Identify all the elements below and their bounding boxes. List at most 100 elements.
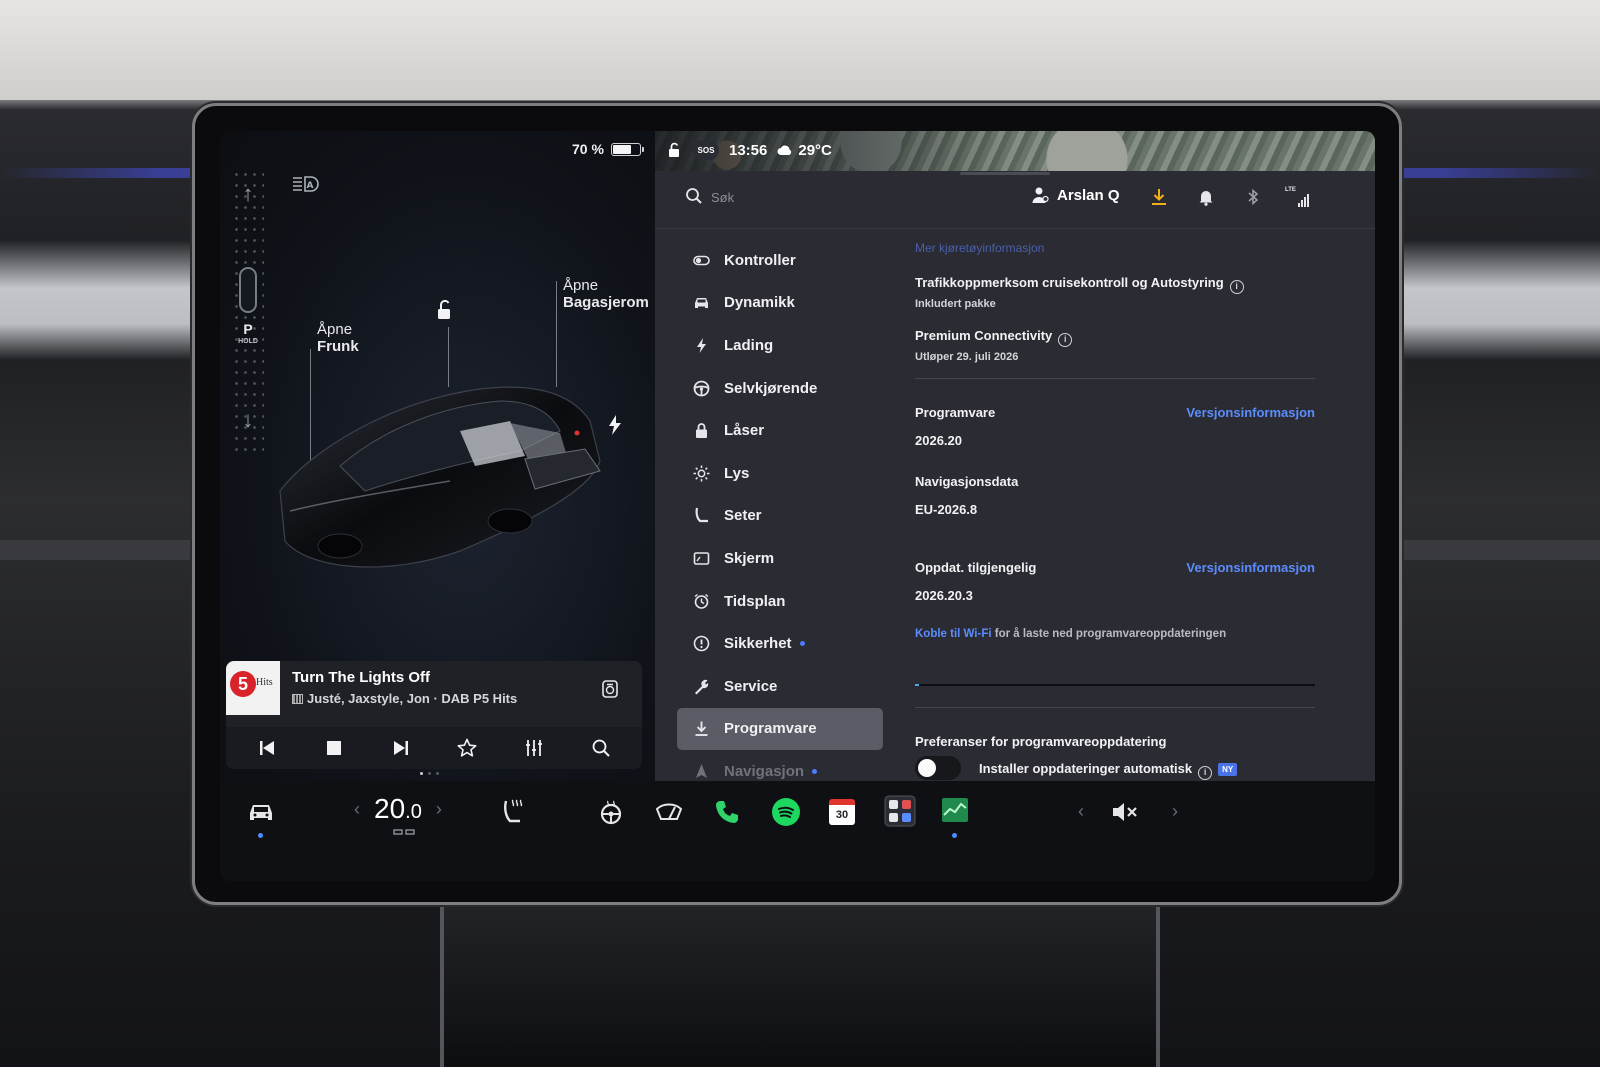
sidebar-item-label: Navigasjon — [724, 762, 805, 780]
steering-wheel-icon — [693, 380, 710, 397]
seat-heater-button[interactable] — [498, 796, 528, 826]
vehicle-pane[interactable]: ↑ P HOLD ↓ A 70 % Åpne Frunk Åpne Bagasj… — [220, 131, 665, 791]
sidebar-item-kontroller[interactable]: Kontroller — [677, 239, 883, 282]
update-release-notes-link[interactable]: Versjonsinformasjon — [1186, 560, 1315, 575]
sos-button[interactable]: SOS — [693, 140, 719, 160]
section-divider — [915, 378, 1315, 379]
dashboard-background-top — [0, 0, 1600, 100]
release-notes-link[interactable]: Versjonsinformasjon — [1186, 405, 1315, 420]
sidebar-item-skjerm[interactable]: Skjerm — [677, 537, 883, 580]
bell-icon[interactable] — [1196, 187, 1216, 207]
section-divider — [915, 707, 1315, 708]
bluetooth-icon[interactable] — [1243, 187, 1263, 207]
sidebar-item-seter[interactable]: Seter — [677, 495, 883, 538]
notification-dot — [812, 768, 818, 774]
track-artist-station: Justé, Jaxstyle, Jon · DAB P5 Hits — [292, 691, 517, 706]
software-settings: Mer kjøretøyinformasjon Trafikkoppmerkso… — [915, 229, 1315, 781]
app-launcher-button[interactable] — [883, 794, 917, 828]
lock-icon — [693, 422, 710, 439]
volume-decrease-button[interactable]: ‹ — [1078, 801, 1084, 822]
driver-profile-button[interactable]: Arslan Q — [1031, 186, 1120, 204]
phone-icon — [716, 801, 738, 823]
update-available-label: Oppdat. tilgjengelig — [915, 560, 1037, 575]
dab-radio-icon — [292, 693, 303, 704]
arrow-up-icon[interactable]: ↑ — [238, 183, 258, 205]
update-progress-fill — [915, 684, 919, 686]
unlock-icon[interactable] — [433, 299, 455, 321]
page-dot — [428, 772, 431, 775]
phone-app-button[interactable] — [712, 797, 742, 827]
media-source-icon[interactable] — [600, 679, 620, 699]
user-icon — [1032, 187, 1049, 203]
info-icon[interactable]: i — [1058, 333, 1073, 347]
connectivity-title: Premium Connectivity — [915, 328, 1053, 343]
clock-time: 13:56 — [729, 141, 768, 159]
cabin-temperature[interactable]: 20.0 — [374, 793, 422, 825]
next-track-button[interactable] — [390, 737, 412, 759]
outside-temperature: 29°C — [777, 142, 832, 159]
cellular-signal-icon[interactable]: LTE — [1285, 187, 1311, 207]
active-app-dot — [258, 833, 263, 838]
sidebar-item-label: Lading — [724, 336, 774, 354]
sidebar-item-label: Skjerm — [724, 549, 775, 567]
sidebar-item-service[interactable]: Service — [677, 665, 883, 708]
sidebar-item-låser[interactable]: Låser — [677, 409, 883, 452]
open-trunk-button[interactable]: Åpne Bagasjerom — [563, 277, 649, 311]
search-icon[interactable] — [685, 187, 703, 205]
gear-selector[interactable]: ↑ P HOLD ↓ — [232, 169, 264, 451]
media-page-dots[interactable] — [420, 772, 439, 775]
auto-install-toggle[interactable] — [915, 756, 961, 780]
seat-icon — [693, 507, 710, 524]
arrow-down-icon[interactable]: ↓ — [238, 409, 258, 431]
seat-heater-icon — [504, 799, 523, 823]
page-dot — [436, 772, 439, 775]
previous-track-button[interactable] — [256, 737, 278, 759]
media-search-button[interactable] — [590, 737, 612, 759]
energy-app-button[interactable] — [940, 795, 970, 825]
volume-increase-button[interactable]: › — [1172, 801, 1178, 822]
volume-mute-button[interactable] — [1110, 797, 1140, 827]
download-icon[interactable] — [1149, 187, 1169, 207]
connectivity-expiry: Utløper 29. juli 2026 — [915, 351, 1019, 363]
headlight-icon[interactable]: A — [292, 174, 320, 194]
info-icon[interactable]: i — [1198, 766, 1213, 780]
sidebar-item-selvkjørende[interactable]: Selvkjørende — [677, 367, 883, 410]
bolt-icon — [693, 337, 710, 354]
favorite-button[interactable] — [456, 737, 478, 759]
software-label: Programvare — [915, 405, 996, 420]
info-icon — [693, 635, 710, 652]
more-vehicle-info-link[interactable]: Mer kjøretøyinformasjon — [915, 241, 1044, 255]
media-player[interactable]: 5 Hits Turn The Lights Off Justé, Jaxsty… — [226, 661, 642, 769]
info-icon[interactable]: i — [1229, 280, 1244, 294]
sidebar-item-lys[interactable]: Lys — [677, 452, 883, 495]
car-button[interactable] — [246, 797, 276, 827]
stop-button[interactable] — [323, 737, 345, 759]
connect-wifi-link[interactable]: Koble til Wi-Fi — [915, 628, 992, 640]
battery-status: 70 % — [572, 141, 644, 157]
battery-percent: 70 % — [572, 141, 604, 157]
wrench-icon — [693, 678, 710, 695]
settings-search-input[interactable] — [711, 184, 971, 210]
sidebar-item-tidsplan[interactable]: Tidsplan — [677, 580, 883, 623]
sidebar-item-lading[interactable]: Lading — [677, 324, 883, 367]
temp-increase-button[interactable]: › — [436, 799, 442, 820]
windshield-wiper-icon — [655, 803, 683, 820]
auto-install-setting: Installer oppdateringer automatisk i NY — [979, 761, 1238, 780]
sidebar-item-sikkerhet[interactable]: Sikkerhet — [677, 622, 883, 665]
stop-icon — [326, 741, 341, 755]
equalizer-button[interactable] — [523, 737, 545, 759]
steering-heater-button[interactable] — [596, 797, 626, 827]
charge-port-icon[interactable] — [608, 415, 622, 435]
spotify-app-button[interactable] — [770, 796, 802, 828]
station-logo-text: Hits — [256, 677, 273, 688]
calendar-app-button[interactable]: 30 — [827, 796, 857, 828]
open-frunk-button[interactable]: Åpne Frunk — [317, 321, 359, 355]
toggle-knob — [918, 759, 936, 777]
sidebar-item-dynamikk[interactable]: Dynamikk — [677, 282, 883, 325]
temp-decrease-button[interactable]: ‹ — [354, 799, 360, 820]
open-trunk-label-2: Bagasjerom — [563, 294, 649, 311]
album-art[interactable]: 5 Hits — [226, 661, 280, 715]
battery-fill — [612, 144, 632, 154]
sidebar-item-programvare[interactable]: Programvare — [677, 707, 883, 751]
wiper-button[interactable] — [654, 797, 684, 827]
